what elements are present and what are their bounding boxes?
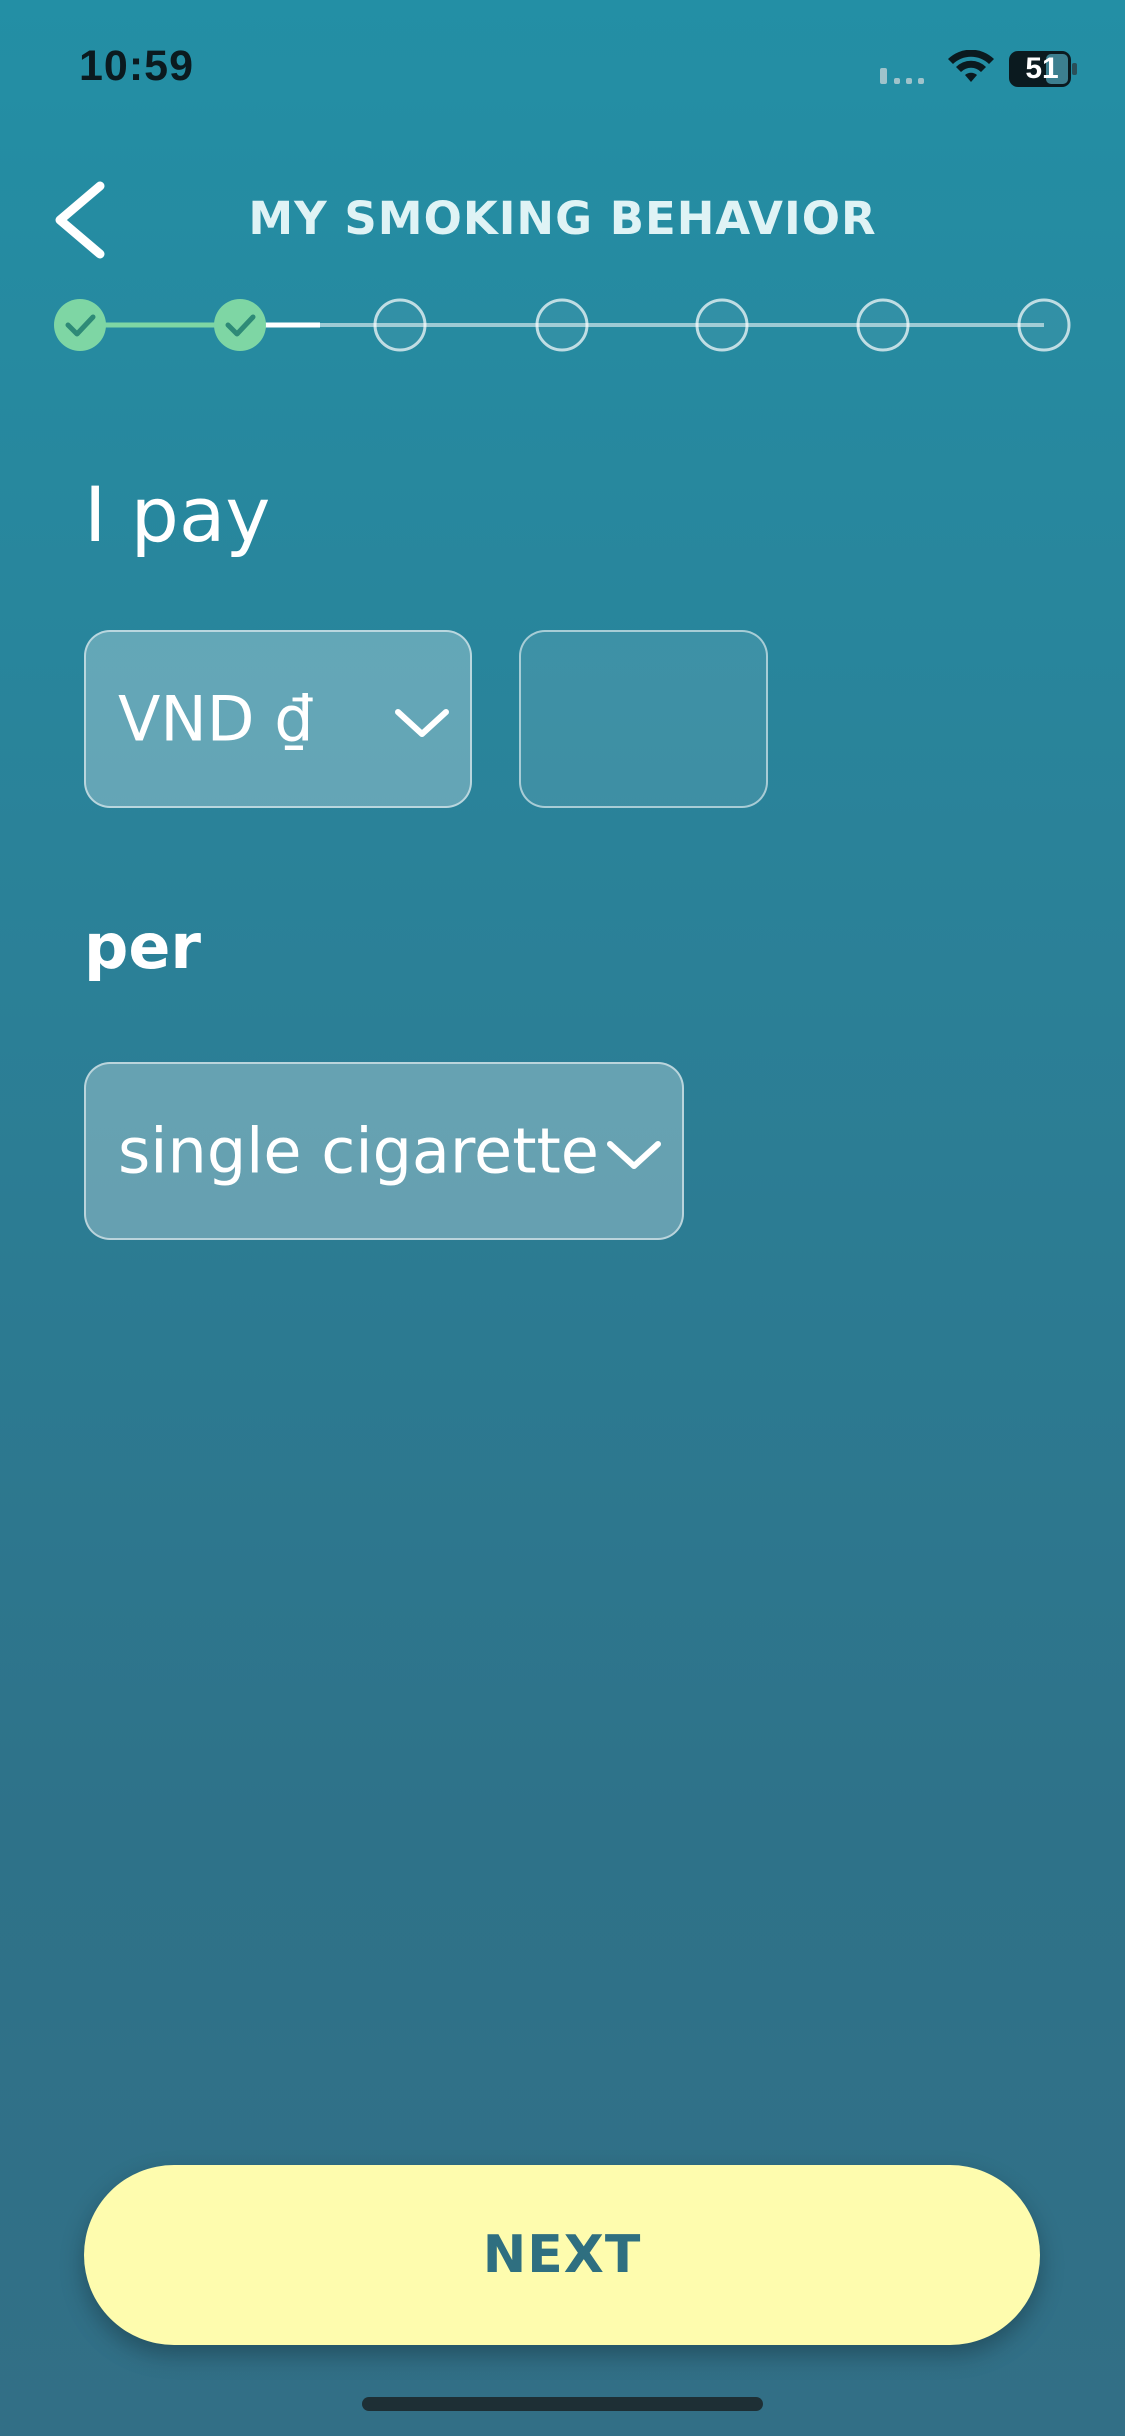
page-title: MY SMOKING BEHAVIOR [248, 192, 877, 245]
step-2-complete [214, 299, 266, 351]
currency-selected-value: VND ₫ [118, 682, 314, 756]
currency-select[interactable]: VND ₫ [84, 630, 472, 808]
chevron-left-icon [55, 181, 105, 259]
battery-level: 51 [1025, 52, 1059, 85]
chevron-down-icon [395, 709, 449, 737]
question-label: I pay [84, 470, 271, 559]
step-6 [856, 298, 910, 352]
chevron-down-icon [607, 1141, 661, 1169]
step-1-complete [54, 299, 106, 351]
step-4 [535, 298, 589, 352]
next-button[interactable]: NEXT [84, 2165, 1040, 2345]
back-button[interactable] [44, 170, 124, 270]
unit-selected-value: single cigarette [118, 1114, 599, 1188]
cellular-signal-icon [880, 68, 924, 84]
unit-select[interactable]: single cigarette [84, 1062, 684, 1240]
step-7 [1017, 298, 1071, 352]
progress-stepper [54, 298, 1071, 352]
status-time: 10:59 [79, 42, 194, 90]
wifi-icon [948, 50, 994, 82]
next-button-label: NEXT [482, 2225, 642, 2285]
home-indicator [362, 2397, 763, 2411]
step-5 [695, 298, 749, 352]
step-3 [373, 298, 427, 352]
per-label: per [84, 910, 202, 983]
amount-input[interactable] [519, 630, 768, 808]
